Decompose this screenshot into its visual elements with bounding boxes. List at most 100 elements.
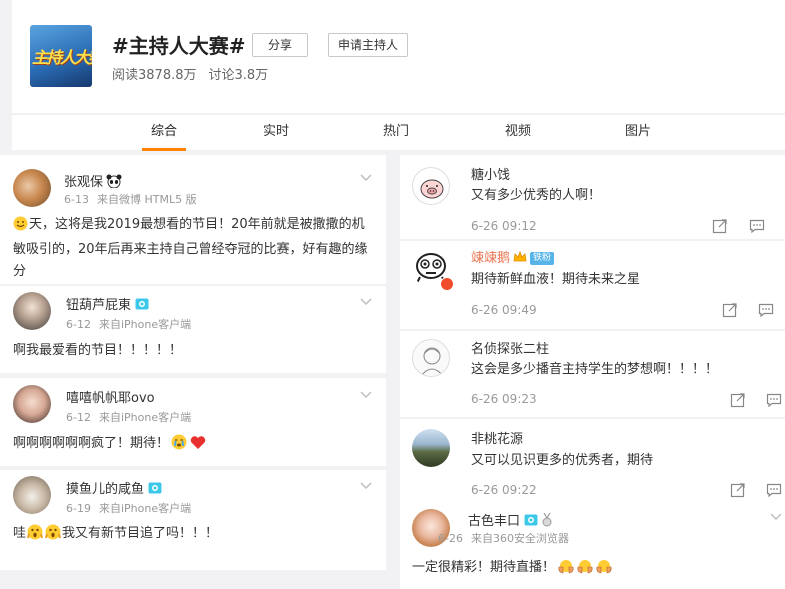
- user-name[interactable]: 竦竦鹅 铁粉: [471, 247, 555, 267]
- post-text: 啊我最爱看的节目！！！！！: [13, 343, 183, 358]
- avatar[interactable]: [13, 476, 51, 514]
- chevron-down-icon[interactable]: [360, 391, 372, 399]
- avatar[interactable]: [13, 292, 51, 330]
- post-text: 啊啊啊啊啊啊疯了！期待！: [13, 433, 369, 458]
- repost-icon[interactable]: [712, 218, 728, 234]
- post-date: 6-12: [66, 411, 91, 424]
- comment-icon[interactable]: [766, 392, 782, 408]
- tab-video[interactable]: 视频: [488, 115, 548, 151]
- clap-emoji-icon: [557, 558, 575, 582]
- post-source: 来自iPhone客户端: [98, 318, 192, 331]
- verified-badge-icon: [440, 277, 454, 291]
- topic-image[interactable]: 主持人大赛: [30, 25, 92, 87]
- topic-title: #主持人大赛#: [112, 34, 246, 58]
- list-item: 摸鱼儿的咸鱼 6-19 来自iPhone客户端 哇 我又有新节目追了吗！！！: [0, 470, 386, 570]
- post-time: 6-26 09:12: [471, 219, 537, 233]
- sketch-face-avatar-icon: [420, 347, 444, 376]
- shocked-emoji-icon: [27, 524, 43, 548]
- user-name[interactable]: 古色丰口: [468, 510, 553, 531]
- post-text: 一定很精彩！期待直播！: [412, 557, 782, 582]
- post-time: 6-26 09:23: [471, 392, 537, 406]
- post-meta: 6-13 来自微博 HTML5 版: [64, 191, 197, 207]
- chevron-down-icon[interactable]: [360, 482, 372, 490]
- topic-header: 主持人大赛 #主持人大赛# 阅读3878.8万讨论3.8万 分享 申请主持人: [12, 0, 785, 113]
- list-item: 嘻嘻帆帆耶ovo 6-12 来自iPhone客户端 啊啊啊啊啊啊疯了！期待！: [0, 378, 386, 466]
- post-text-content: 我又有新节目追了吗！！！: [62, 526, 219, 541]
- post-date: 6-13: [64, 193, 89, 206]
- post-text: 哇 我又有新节目追了吗！！！: [13, 523, 369, 548]
- avatar[interactable]: [412, 339, 450, 377]
- chevron-down-icon[interactable]: [360, 174, 372, 182]
- comment-icon[interactable]: [766, 482, 782, 498]
- post-meta: 6-19 来自iPhone客户端: [66, 500, 191, 516]
- repost-icon[interactable]: [730, 392, 746, 408]
- user-name[interactable]: 张观保: [64, 171, 122, 192]
- tab-realtime[interactable]: 实时: [246, 115, 306, 151]
- avatar[interactable]: [412, 429, 450, 467]
- list-item: 钮葫芦屁東 6-12 来自iPhone客户端 啊我最爱看的节目！！！！！: [0, 286, 386, 373]
- post-text-content: 一定很精彩！期待直播！: [412, 560, 556, 575]
- tab-comprehensive[interactable]: 综合: [134, 115, 194, 151]
- list-item: 糖小饯 又有多少优秀的人啊！ 6-26 09:12: [400, 155, 785, 239]
- post-text: 这会是多少播音主持学生的梦想啊！！！！: [471, 362, 719, 377]
- post-date: 6-26: [438, 532, 463, 545]
- post-text: 又可以见识更多的优秀者，期待: [471, 453, 654, 468]
- user-name-text: 摸鱼儿的咸鱼: [66, 482, 145, 497]
- post-source: 来自微博 HTML5 版: [96, 193, 197, 206]
- post-time: 6-26 09:49: [471, 303, 537, 317]
- list-item: 竦竦鹅 铁粉 期待新鲜血液！期待未来之星 6-26 09:49: [400, 241, 785, 329]
- pig-avatar-icon: [420, 179, 444, 199]
- post-source: 来自iPhone客户端: [98, 411, 192, 424]
- repost-icon[interactable]: [722, 302, 738, 318]
- post-meta: 6-12 来自iPhone客户端: [66, 409, 191, 425]
- chevron-down-icon[interactable]: [360, 298, 372, 306]
- member-badge-icon: [524, 514, 538, 530]
- member-badge-icon: [135, 298, 149, 314]
- panda-icon: [106, 174, 122, 192]
- post-text-content: 天，这将是我2019最想看的节目！20年前就是被撒撒的机敏吸引的，20年后再来主…: [13, 217, 368, 279]
- list-item: 张观保 6-13 来自微博 HTML5 版 天，这将是我2019最想看的节目！20…: [0, 155, 386, 284]
- post-source: 来自360安全浏览器: [470, 532, 569, 545]
- user-name[interactable]: 非桃花源: [471, 428, 523, 447]
- post-meta: 6-26 来自360安全浏览器: [438, 530, 569, 546]
- apply-host-button[interactable]: 申请主持人: [328, 33, 408, 57]
- comment-icon[interactable]: [749, 218, 765, 234]
- user-name-text: 竦竦鹅: [471, 251, 511, 266]
- post-meta: 6-12 来自iPhone客户端: [66, 316, 191, 332]
- post-text-content: 啊啊啊啊啊啊疯了！期待！: [13, 436, 170, 451]
- smile-emoji-icon: [13, 216, 28, 239]
- share-button[interactable]: 分享: [252, 33, 308, 57]
- comment-icon[interactable]: [758, 302, 774, 318]
- discussion-count: 讨论3.8万: [208, 68, 269, 83]
- user-name-text: 张观保: [64, 175, 104, 190]
- tab-pictures[interactable]: 图片: [608, 115, 668, 151]
- repost-icon[interactable]: [730, 482, 746, 498]
- post-text-content: 哇: [13, 526, 27, 541]
- post-source: 来自iPhone客户端: [98, 502, 192, 515]
- user-name[interactable]: 糖小饯: [471, 164, 510, 183]
- heart-icon: [190, 435, 206, 458]
- crying-emoji-icon: [171, 434, 187, 458]
- user-name-text: 古色丰口: [468, 514, 521, 529]
- shocked-emoji-icon: [45, 524, 61, 548]
- tab-hot[interactable]: 热门: [366, 115, 426, 151]
- avatar[interactable]: [13, 169, 51, 207]
- user-name-text: 钮葫芦屁東: [66, 298, 132, 313]
- medal-icon: [541, 512, 553, 531]
- user-name[interactable]: 钮葫芦屁東: [66, 294, 149, 314]
- right-feed: 糖小饯 又有多少优秀的人啊！ 6-26 09:12 竦竦鹅 铁粉 期待新鲜血液！期…: [400, 155, 785, 589]
- chevron-down-icon[interactable]: [770, 513, 782, 521]
- post-date: 6-12: [66, 318, 91, 331]
- read-count: 阅读3878.8万: [112, 68, 197, 83]
- post-text: 天，这将是我2019最想看的节目！20年前就是被撒撒的机敏吸引的，20年后再来主…: [13, 214, 369, 283]
- user-name[interactable]: 嘻嘻帆帆耶ovo: [66, 387, 155, 406]
- clap-emoji-icon: [595, 558, 613, 582]
- topic-image-text: 主持人大赛: [32, 48, 92, 67]
- post-text: 又有多少优秀的人啊！: [471, 188, 602, 203]
- avatar[interactable]: [13, 385, 51, 423]
- avatar[interactable]: [412, 167, 450, 205]
- fan-badge: 铁粉: [530, 252, 555, 265]
- user-name[interactable]: 名侦探张二柱: [471, 338, 549, 357]
- user-name[interactable]: 摸鱼儿的咸鱼: [66, 478, 162, 498]
- list-item: 名侦探张二柱 这会是多少播音主持学生的梦想啊！！！！ 6-26 09:23: [400, 331, 785, 417]
